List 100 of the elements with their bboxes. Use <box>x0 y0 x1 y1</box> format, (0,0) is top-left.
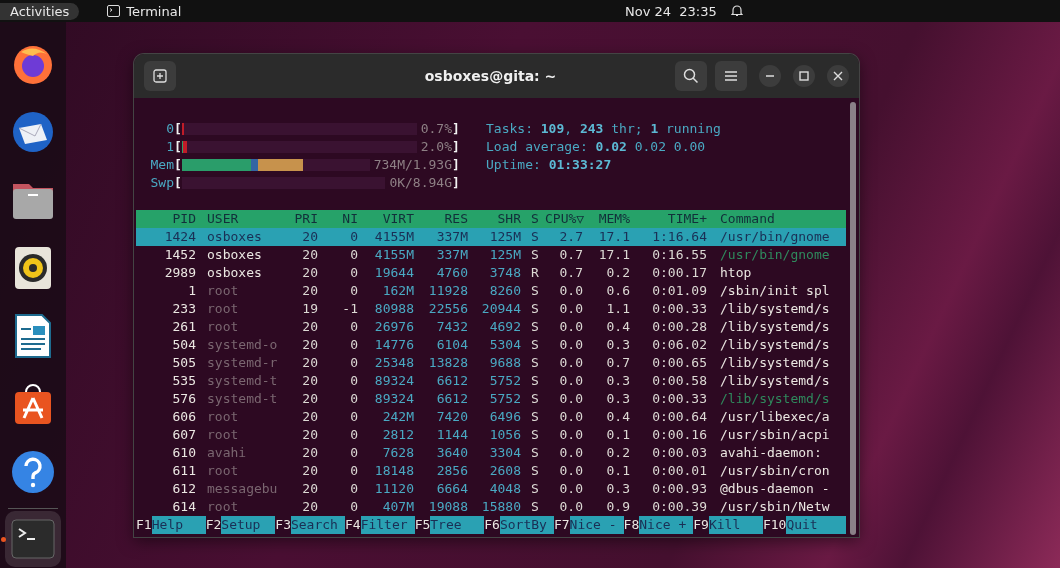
table-cell-text: S <box>530 426 540 444</box>
table-cell-text: avahi <box>206 444 248 462</box>
table-cell-text: 0.0 <box>558 408 584 426</box>
process-row[interactable]: 1424 osboxes 20 0 4155M 337M 125M S 2.7 17.1 1:16.64 /usr/bin/gnome <box>136 228 846 246</box>
table-cell-text: 20 <box>301 498 319 516</box>
table-cell-text: 15880 <box>480 498 522 516</box>
function-key: F6 <box>484 516 500 534</box>
meter-reading: 734M/1.93G <box>373 156 452 174</box>
table-cell-text: 20 <box>301 480 319 498</box>
close-button[interactable] <box>827 65 849 87</box>
table-cell-text: 0.6 <box>605 282 631 300</box>
table-cell-text: 125M <box>488 228 522 246</box>
bell-icon[interactable] <box>731 4 743 17</box>
table-cell-text: 80988 <box>373 300 415 318</box>
process-row[interactable]: 1 root 20 0 162M 11928 8260 S 0.0 0.6 0:01.09 /sbin/init spl <box>136 282 846 300</box>
process-row[interactable]: 261 root 20 0 26976 7432 4692 S 0.0 0.4 0:00.28 /lib/systemd/s <box>136 318 846 336</box>
maximize-icon <box>799 71 809 81</box>
column-header[interactable]: CPU%▽ <box>545 210 587 228</box>
menu-button[interactable] <box>715 61 747 91</box>
table-cell-text: 261 <box>171 318 197 336</box>
meter-label: Mem <box>149 156 174 174</box>
process-row[interactable]: 535 systemd-t 20 0 89324 6612 5752 S 0.0 0.3 0:00.58 /lib/systemd/s <box>136 372 846 390</box>
column-header[interactable]: MEM% <box>587 210 634 228</box>
table-cell-text: 0 <box>349 390 359 408</box>
process-row[interactable]: 611 root 20 0 18148 2856 2608 S 0.0 0.1 0:00.01 /usr/sbin/cron <box>136 462 846 480</box>
table-cell-text: 0 <box>349 354 359 372</box>
table-cell-text: S <box>530 408 540 426</box>
table-cell-text: 26976 <box>373 318 415 336</box>
activities-button[interactable]: Activities <box>0 2 80 20</box>
meter-label: Swp <box>149 174 174 192</box>
table-cell-text: 20 <box>301 390 319 408</box>
function-key: F3 <box>275 516 291 534</box>
column-header[interactable]: NI <box>322 210 362 228</box>
column-header[interactable]: VIRT <box>362 210 418 228</box>
column-header[interactable]: TIME+ <box>634 210 711 228</box>
search-button[interactable] <box>675 61 707 91</box>
function-key-action[interactable]: Quit <box>786 516 846 534</box>
column-header[interactable]: SHR <box>472 210 525 228</box>
table-cell-text: /lib/systemd/s <box>719 390 831 408</box>
summary-line: Tasks: 109, 243 thr; 1 running <box>486 120 721 138</box>
column-header[interactable]: Command <box>711 210 846 228</box>
table-cell-text: osboxes <box>206 228 263 246</box>
table-cell-text: 20 <box>301 426 319 444</box>
table-cell-text: 0.0 <box>558 462 584 480</box>
new-tab-button[interactable] <box>144 61 176 91</box>
process-row[interactable]: 612 messagebu 20 0 11120 6664 4048 S 0.0 0.3 0:00.93 @dbus-daemon - <box>136 480 846 498</box>
table-cell-text: 25348 <box>373 354 415 372</box>
table-cell-text: 2989 <box>163 264 197 282</box>
process-row[interactable]: 607 root 20 0 2812 1144 1056 S 0.0 0.1 0:00.16 /usr/sbin/acpi <box>136 426 846 444</box>
table-cell-text: 20 <box>301 246 319 264</box>
function-key-action[interactable]: Kill <box>708 516 763 534</box>
table-cell-text: 6104 <box>435 336 469 354</box>
app-menu[interactable]: Terminal <box>126 3 182 19</box>
process-row[interactable]: 505 systemd-r 20 0 25348 13828 9688 S 0.0 0.7 0:00.65 /lib/systemd/s <box>136 354 846 372</box>
column-header[interactable]: S <box>525 210 545 228</box>
column-header[interactable]: PRI <box>290 210 322 228</box>
table-cell-text: 0 <box>349 228 359 246</box>
table-cell-text: /lib/systemd/s <box>719 318 831 336</box>
function-key-action[interactable]: Filter <box>360 516 415 534</box>
function-key-action[interactable]: Help <box>151 516 206 534</box>
process-row[interactable]: 1452 osboxes 20 0 4155M 337M 125M S 0.7 17.1 0:16.55 /usr/bin/gnome <box>136 246 846 264</box>
maximize-button[interactable] <box>793 65 815 87</box>
table-cell-text: 7420 <box>435 408 469 426</box>
process-row[interactable]: 606 root 20 0 242M 7420 6496 S 0.0 0.4 0:00.64 /usr/libexec/a <box>136 408 846 426</box>
table-cell-text: 0:00.64 <box>651 408 708 426</box>
bracket: ] <box>452 138 460 156</box>
process-row[interactable]: 610 avahi 20 0 7628 3640 3304 S 0.0 0.2 0:00.03 avahi-daemon: <box>136 444 846 462</box>
scrollbar[interactable] <box>850 102 856 535</box>
function-key-action[interactable]: Nice + <box>639 516 694 534</box>
function-key-action[interactable]: Setup <box>221 516 276 534</box>
function-key-action[interactable]: Search <box>290 516 345 534</box>
table-cell-text: S <box>530 372 540 390</box>
meter-label: 0 <box>165 120 174 138</box>
table-cell-text: 0.1 <box>605 426 631 444</box>
process-row[interactable]: 233 root 19 -1 80988 22556 20944 S 0.0 1.1 0:00.33 /lib/systemd/s <box>136 300 846 318</box>
table-cell-text: 337M <box>435 246 469 264</box>
process-row[interactable]: 576 systemd-t 20 0 89324 6612 5752 S 0.0 0.3 0:00.33 /lib/systemd/s <box>136 390 846 408</box>
function-key-action[interactable]: SortBy <box>499 516 554 534</box>
function-key: F2 <box>205 516 222 534</box>
table-cell-text: 0.7 <box>558 246 584 264</box>
function-key-action[interactable]: Tree <box>430 516 485 534</box>
table-cell-text: 19 <box>301 300 319 318</box>
clock[interactable]: Nov 24 23:35 <box>625 3 717 19</box>
process-row[interactable]: 2989 osboxes 20 0 19644 4760 3748 R 0.7 0.2 0:00.17 htop <box>136 264 846 282</box>
column-header[interactable]: USER <box>200 210 290 228</box>
minimize-button[interactable] <box>759 65 781 87</box>
function-key-action[interactable]: Nice - <box>569 516 624 534</box>
table-cell-text: 1144 <box>435 426 469 444</box>
column-header[interactable]: PID <box>136 210 200 228</box>
column-header[interactable]: RES <box>418 210 472 228</box>
process-row[interactable]: 614 root 20 0 407M 19088 15880 S 0.0 0.9 0:00.39 /usr/sbin/Netw <box>136 498 846 516</box>
function-key: F8 <box>623 516 640 534</box>
running-indicator <box>1 537 6 542</box>
table-cell-text: 89324 <box>373 390 415 408</box>
table-cell-text: S <box>530 336 540 354</box>
process-row[interactable]: 504 systemd-o 20 0 14776 6104 5304 S 0.0 0.3 0:06.02 /lib/systemd/s <box>136 336 846 354</box>
table-cell-text: 20944 <box>480 300 522 318</box>
table-cell-text: 0:00.39 <box>651 498 708 516</box>
table-cell-text: 0.0 <box>558 480 584 498</box>
bracket: [ <box>174 156 182 174</box>
